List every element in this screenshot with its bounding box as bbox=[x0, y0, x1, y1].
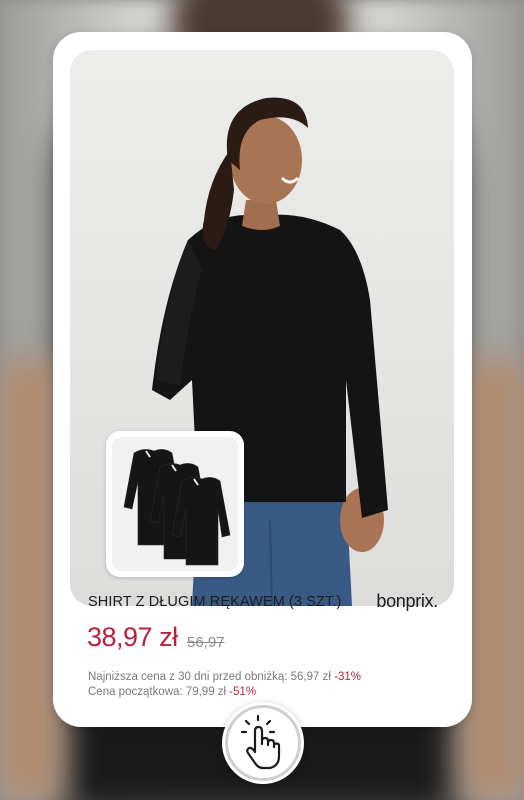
three-shirts-image bbox=[123, 449, 231, 566]
tap-button[interactable] bbox=[222, 702, 304, 784]
current-price: 38,97 zł bbox=[87, 622, 178, 652]
lowest-price-info: Najniższa cena z 30 dni przed obniżką: 5… bbox=[88, 671, 361, 683]
lowest-price-label: Najniższa cena z 30 dni przed obniżką: 5… bbox=[88, 671, 331, 683]
product-thumbnail[interactable] bbox=[106, 431, 244, 577]
initial-price-label: Cena początkowa: 79,99 zł bbox=[88, 686, 227, 698]
lowest-price-discount: -31% bbox=[334, 671, 361, 683]
hand-pointer-tap-icon bbox=[240, 714, 281, 770]
product-title[interactable]: SHIRT Z DŁUGIM RĘKAWEM (3 SZT.) bbox=[88, 594, 348, 610]
initial-price-discount: -51% bbox=[229, 686, 257, 698]
product-card[interactable]: SHIRT Z DŁUGIM RĘKAWEM (3 SZT.) bonprix.… bbox=[53, 32, 472, 727]
brand-logo: bonprix. bbox=[376, 591, 438, 611]
product-photo[interactable] bbox=[70, 50, 454, 606]
old-price: 56,97 bbox=[187, 634, 225, 651]
initial-price-info: Cena początkowa: 79,99 zł -51% bbox=[88, 686, 256, 698]
